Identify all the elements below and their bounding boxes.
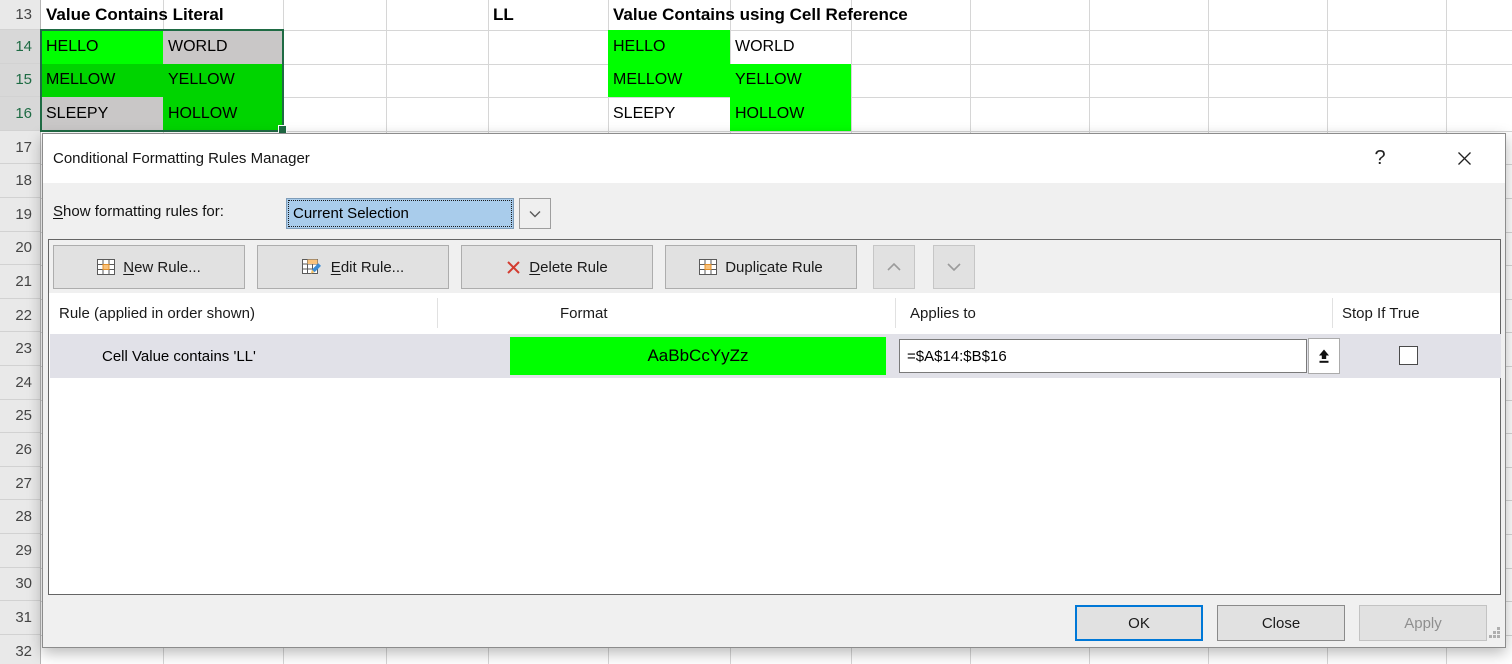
edit-rule-button[interactable]: Edit Rule... (257, 245, 449, 289)
row-header[interactable]: 30 (0, 568, 40, 602)
row-header[interactable]: 25 (0, 400, 40, 434)
collapse-dialog-arrow-icon (1316, 348, 1332, 364)
chevron-up-icon (887, 263, 901, 271)
dropdown-chevron-button[interactable] (519, 198, 551, 229)
row-header[interactable]: 14 (0, 30, 40, 64)
ok-button[interactable]: OK (1075, 605, 1203, 641)
row-header[interactable]: 16 (0, 97, 40, 131)
row-header[interactable]: 27 (0, 467, 40, 501)
apply-button[interactable]: Apply (1359, 605, 1487, 641)
row-header[interactable]: 17 (0, 131, 40, 165)
column-separator (437, 298, 438, 328)
dropdown-selected-value: Current Selection (286, 198, 514, 229)
table-duplicate-icon (699, 259, 717, 275)
column-separator (895, 298, 896, 328)
conditional-formatting-rules-manager-dialog: Conditional Formatting Rules Manager ? S… (42, 133, 1506, 648)
duplicate-rule-button[interactable]: Duplicate Rule (665, 245, 857, 289)
move-rule-down-button[interactable] (933, 245, 975, 289)
excel-window: 1314151617181920212223242526272829303132… (0, 0, 1512, 664)
column-header-format: Format (560, 294, 608, 332)
dialog-titlebar[interactable]: Conditional Formatting Rules Manager ? (43, 134, 1505, 183)
row-header[interactable]: 21 (0, 265, 40, 299)
cell[interactable]: YELLOW (735, 64, 802, 98)
cell[interactable]: HELLO (613, 30, 665, 64)
show-rules-label: Show formatting rules for: (53, 203, 224, 220)
row-header[interactable]: 15 (0, 64, 40, 98)
dialog-title: Conditional Formatting Rules Manager (53, 134, 310, 183)
column-header-applies-to: Applies to (910, 294, 976, 332)
row-header[interactable]: 18 (0, 164, 40, 198)
delete-rule-button[interactable]: Delete Rule (461, 245, 653, 289)
close-icon (1457, 151, 1472, 166)
range-picker-button[interactable] (1308, 338, 1340, 374)
cell[interactable]: HOLLOW (735, 97, 804, 131)
red-x-icon (506, 260, 521, 275)
row-header[interactable]: 28 (0, 500, 40, 534)
row-header[interactable]: 23 (0, 332, 40, 366)
row-header[interactable]: 29 (0, 534, 40, 568)
show-rules-dropdown[interactable]: Current Selection (286, 198, 551, 229)
cell[interactable]: MELLOW (613, 64, 682, 98)
column-header-rule: Rule (applied in order shown) (59, 294, 255, 332)
row-header[interactable]: 26 (0, 433, 40, 467)
cell[interactable]: SLEEPY (613, 97, 675, 131)
resize-grip-icon (1488, 626, 1500, 638)
row-header[interactable]: 13 (0, 0, 40, 30)
close-button[interactable] (1447, 142, 1481, 174)
cell[interactable]: WORLD (735, 30, 795, 64)
column-header-stop-if-true: Stop If True (1342, 294, 1420, 332)
resize-grip[interactable] (1488, 625, 1500, 643)
selection-border (40, 29, 284, 132)
help-icon: ? (1374, 147, 1385, 170)
rules-list-frame: New Rule... Edit Rule... Delete Rule (48, 239, 1501, 595)
row-header[interactable]: 32 (0, 635, 40, 664)
row-header[interactable]: 22 (0, 299, 40, 333)
move-rule-up-button[interactable] (873, 245, 915, 289)
rule-name: Cell Value contains 'LL' (102, 334, 256, 378)
delete-rule-label: Delete Rule (529, 259, 607, 276)
new-rule-button[interactable]: New Rule... (53, 245, 245, 289)
column-separator (1332, 298, 1333, 328)
row-header[interactable]: 24 (0, 366, 40, 400)
edit-rule-label: Edit Rule... (331, 259, 404, 276)
stop-if-true-checkbox[interactable] (1399, 346, 1418, 365)
new-rule-label: New Rule... (123, 259, 201, 276)
row-header[interactable]: 19 (0, 198, 40, 232)
duplicate-rule-label: Duplicate Rule (725, 259, 823, 276)
row-header[interactable]: 20 (0, 232, 40, 266)
row-header[interactable]: 31 (0, 601, 40, 635)
applies-to-input[interactable] (899, 339, 1307, 373)
cell[interactable]: Value Contains using Cell Reference (613, 0, 908, 30)
rule-format-preview: AaBbCcYyZz (510, 337, 886, 375)
table-new-icon (97, 259, 115, 275)
chevron-down-icon (529, 210, 541, 218)
cell[interactable]: LL (493, 0, 514, 30)
table-edit-icon (302, 259, 323, 276)
help-button[interactable]: ? (1363, 142, 1397, 174)
rule-row[interactable]: Cell Value contains 'LL' AaBbCcYyZz (50, 334, 1501, 378)
cell[interactable]: Value Contains Literal (46, 0, 224, 30)
close-dialog-button[interactable]: Close (1217, 605, 1345, 641)
chevron-down-icon (947, 263, 961, 271)
